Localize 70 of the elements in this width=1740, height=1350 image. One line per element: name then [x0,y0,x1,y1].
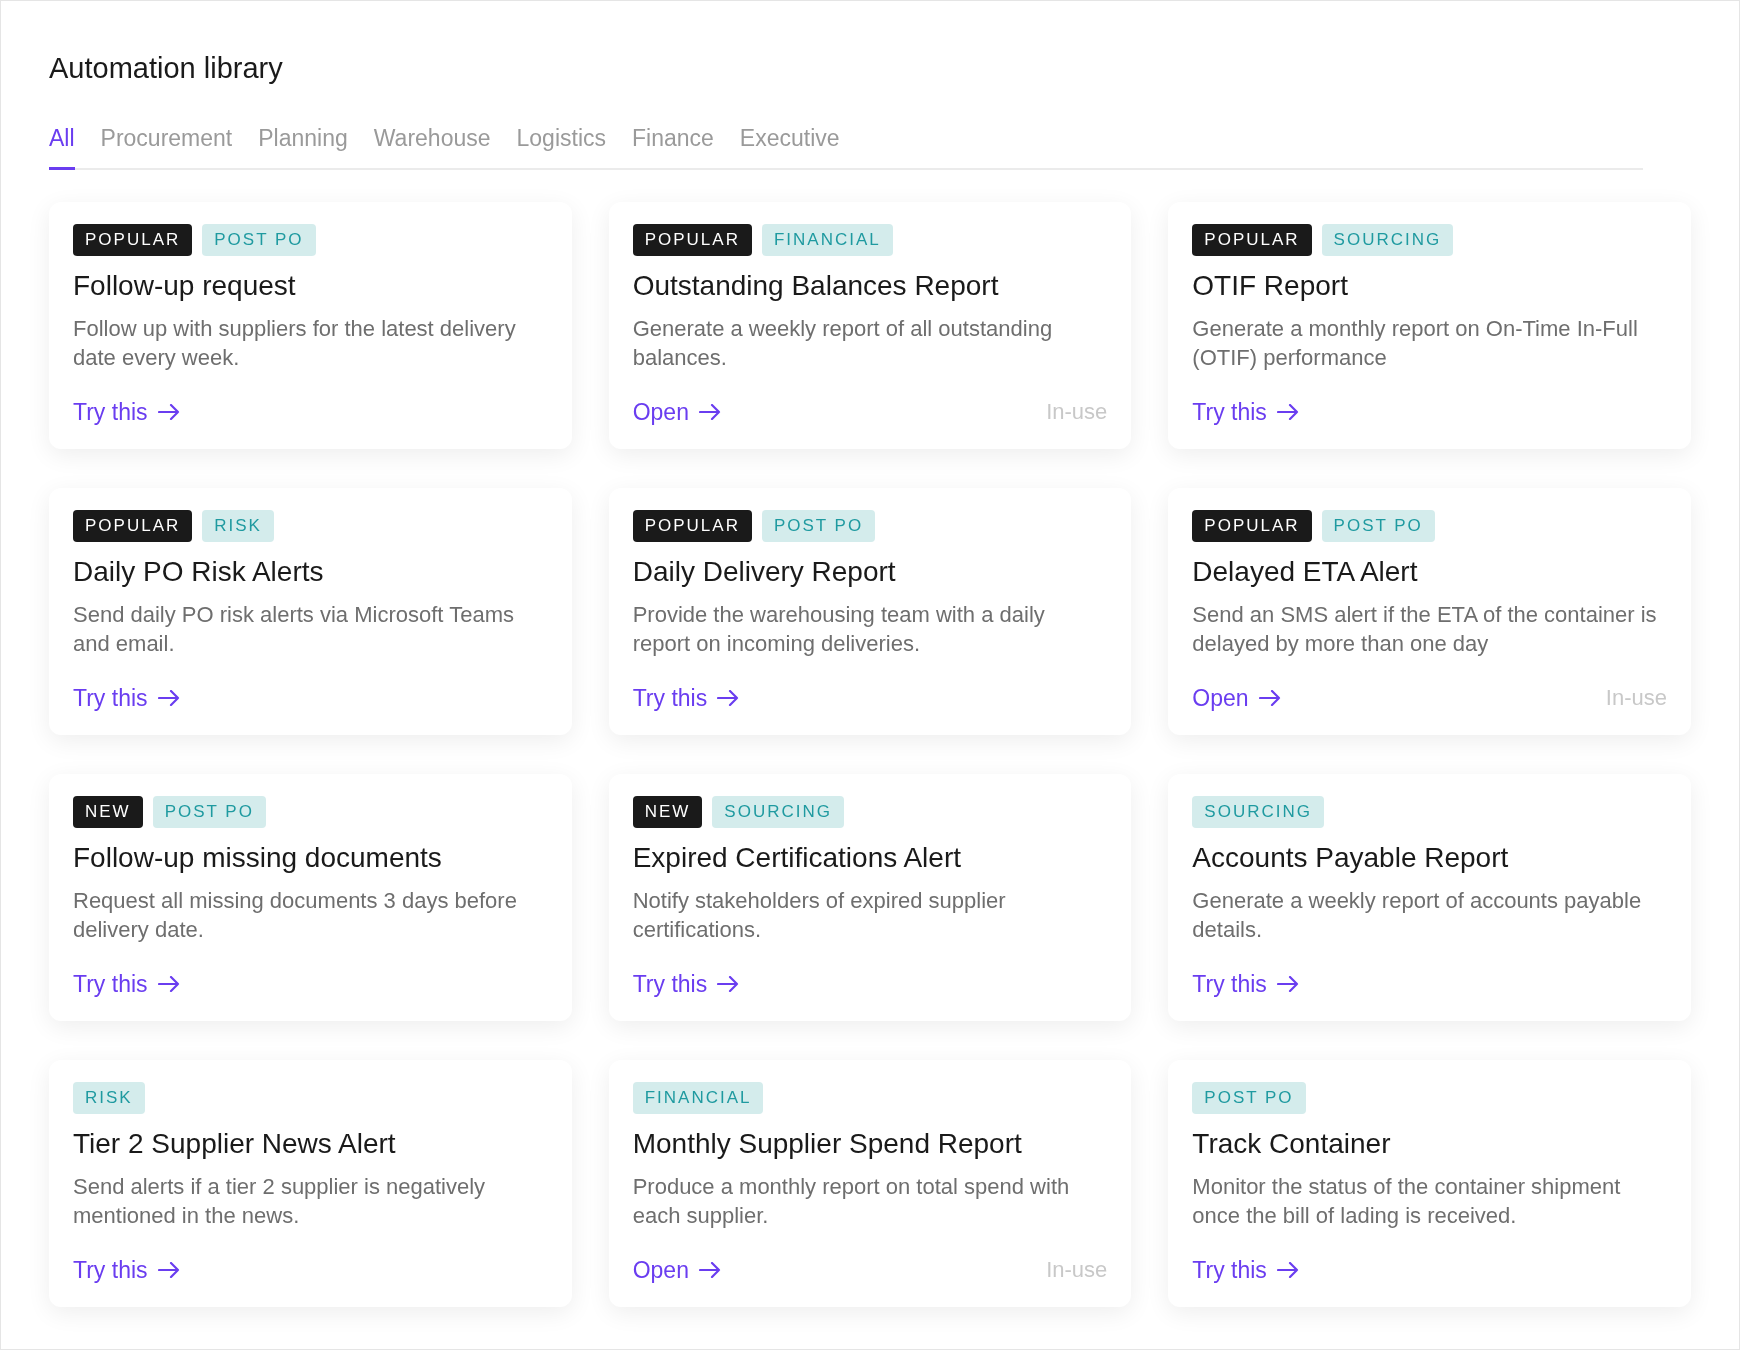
category-tag: POST PO [202,224,316,256]
action-link[interactable]: Try this [1192,966,1299,1001]
category-tag: RISK [73,1082,145,1114]
arrow-right-icon [1258,689,1281,706]
arrow-right-icon [698,403,721,420]
highlight-tag: POPULAR [632,224,752,256]
action-link[interactable]: Open [632,394,721,429]
action-link[interactable]: Open [1192,680,1281,715]
arrow-right-icon [717,689,740,706]
action-link[interactable]: Open [632,1252,721,1287]
card-description: Follow up with suppliers for the latest delivery date every week. [73,314,517,372]
highlight-tag: POPULAR [73,224,193,256]
category-tag: SOURCING [712,796,844,828]
card-description: Send daily PO risk alerts via Microsoft Teams and email. [73,600,515,658]
category-tag: FINANCIAL [632,1082,764,1114]
arrow-right-icon [157,403,180,420]
highlight-tag: POPULAR [73,510,193,542]
card-title: Outstanding Balances Report [632,268,1000,303]
action-link[interactable]: Try this [73,966,180,1001]
highlight-tag: POPULAR [1192,510,1312,542]
card-description: Send an SMS alert if the ETA of the container is delayed by more than one day [1192,600,1658,658]
card-title: Follow-up request [73,268,297,303]
arrow-right-icon [1276,403,1299,420]
card-title: Delayed ETA Alert [1192,554,1419,589]
action-link[interactable]: Try this [73,680,180,715]
card-title: Daily PO Risk Alerts [73,554,325,589]
action-link[interactable]: Try this [632,966,740,1001]
card-title: Tier 2 Supplier News Alert [73,1126,397,1161]
card-title: Follow-up missing documents [73,840,443,875]
card-description: Generate a weekly report of all outstanding balances. [632,314,1054,372]
card-description: Notify stakeholders of expired supplier certifications. [632,886,1007,944]
arrow-right-icon [717,975,740,992]
card-title: Monthly Supplier Spend Report [632,1126,1023,1161]
category-tag: RISK [202,510,274,542]
page-title: Automation library [49,51,283,86]
action-link[interactable]: Try this [73,1252,180,1287]
arrow-right-icon [698,1261,721,1278]
category-tag: SOURCING [1321,224,1454,256]
highlight-tag: NEW [73,796,143,828]
card-title: Accounts Payable Report [1192,840,1510,875]
category-tag: POST PO [1321,510,1435,542]
category-tag: POST PO [152,796,266,828]
action-link[interactable]: Try this [632,680,740,715]
card-title: Expired Certifications Alert [632,840,962,875]
card-description: Send alerts if a tier 2 supplier is negatively mentioned in the news. [73,1172,487,1230]
highlight-tag: POPULAR [1192,224,1312,256]
action-link[interactable]: Try this [1192,1252,1299,1287]
arrow-right-icon [157,1261,180,1278]
card-title: OTIF Report [1192,268,1349,303]
card-title: Track Container [1192,1126,1392,1161]
highlight-tag: POPULAR [632,510,752,542]
highlight-tag: NEW [632,796,703,828]
arrow-right-icon [157,689,180,706]
card-description: Request all missing documents 3 days before delivery date. [73,886,518,944]
category-tag: SOURCING [1192,796,1324,828]
card-description: Provide the warehousing team with a daily report on incoming deliveries. [632,600,1046,658]
card-title: Daily Delivery Report [632,554,897,589]
category-tag: POST PO [1192,1082,1306,1114]
action-link[interactable]: Try this [73,394,180,429]
card-description: Generate a monthly report on On-Time In-Full (OTIF) performance [1192,314,1639,372]
card-description: Produce a monthly report on total spend with each supplier. [632,1172,1071,1230]
tab[interactable]: All [49,120,75,170]
card-description: Monitor the status of the container shipment once the bill of lading is received. [1192,1172,1622,1230]
card-description: Generate a weekly report of accounts payable details. [1192,886,1643,944]
arrow-right-icon [157,975,180,992]
arrow-right-icon [1276,975,1299,992]
arrow-right-icon [1276,1261,1299,1278]
category-tag: POST PO [761,510,876,542]
action-link[interactable]: Try this [1192,394,1299,429]
category-tag: FINANCIAL [761,224,893,256]
